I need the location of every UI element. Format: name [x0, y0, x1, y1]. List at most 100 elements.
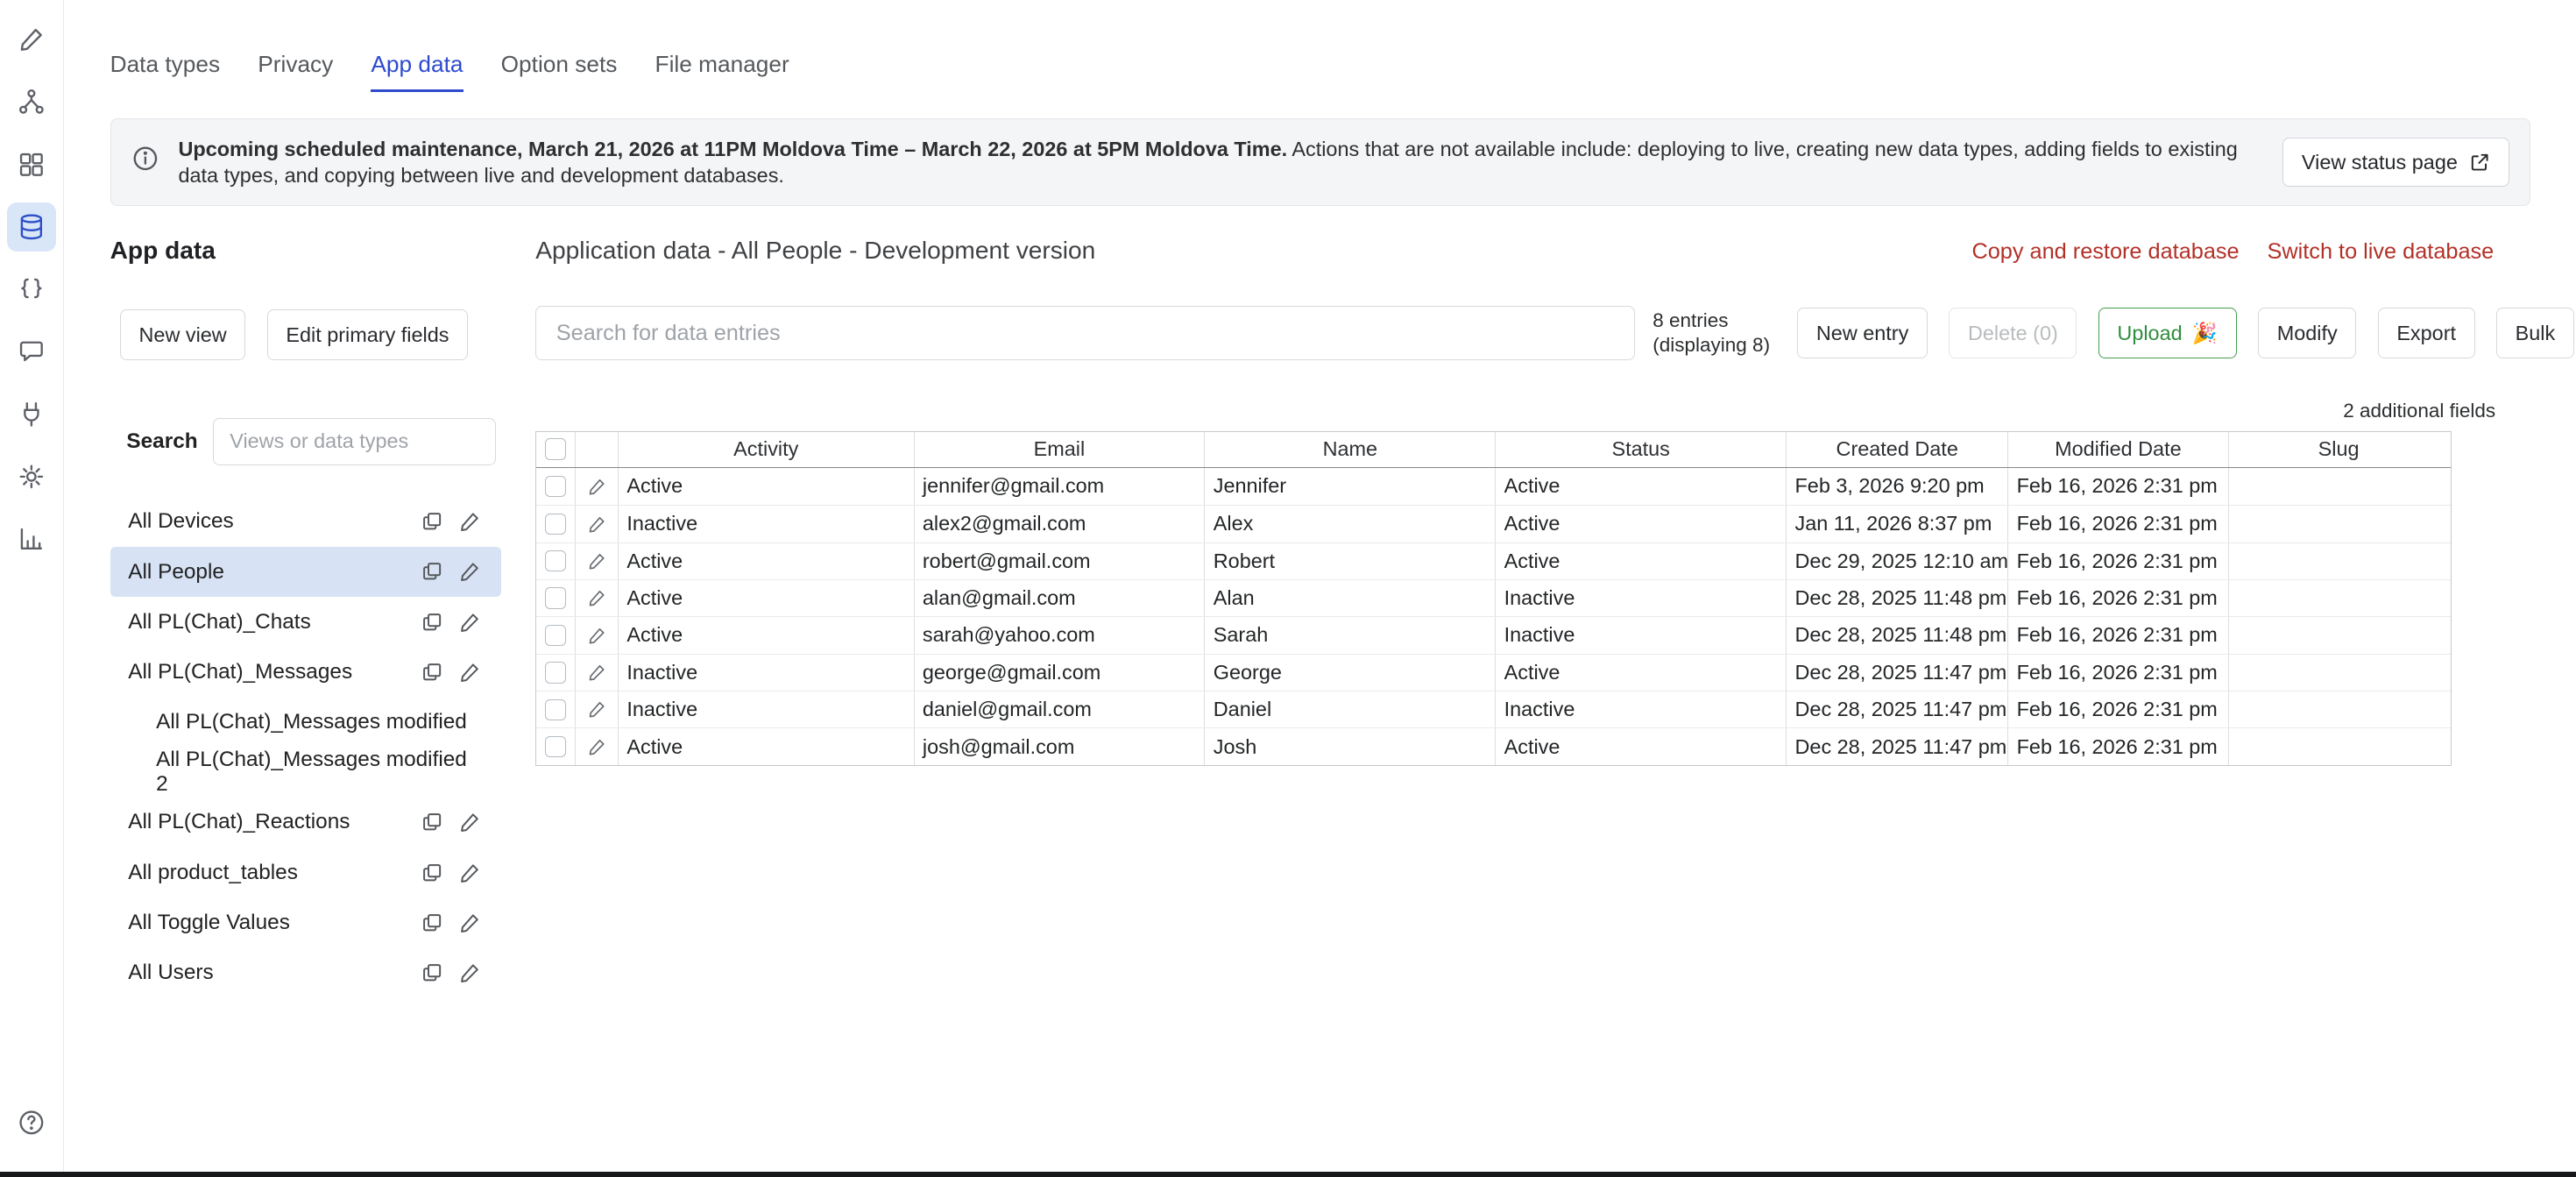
view-list-item[interactable]: All PL(Chat)_Messages modified — [110, 698, 501, 748]
party-popper-icon: 🎉 — [2192, 321, 2218, 345]
column-header: Status — [1496, 432, 1787, 467]
edit-icon[interactable] — [458, 560, 481, 583]
design-icon[interactable] — [7, 15, 56, 64]
edit-primary-fields-button[interactable]: Edit primary fields — [267, 309, 468, 360]
new-view-button[interactable]: New view — [120, 309, 245, 360]
new-entry-button[interactable]: New entry — [1797, 308, 1928, 358]
view-list-item[interactable]: All Toggle Values — [110, 897, 501, 947]
edit-entry-icon[interactable] — [587, 588, 607, 608]
view-item-actions — [421, 510, 481, 533]
upload-button[interactable]: Upload 🎉 — [2098, 308, 2237, 358]
edit-entry-icon[interactable] — [587, 737, 607, 757]
row-checkbox[interactable] — [545, 625, 566, 646]
row-checkbox[interactable] — [545, 550, 566, 571]
view-list-item[interactable]: All Devices — [110, 497, 501, 547]
copy-icon[interactable] — [421, 611, 443, 634]
view-list-item[interactable]: All People — [110, 547, 501, 597]
edit-icon[interactable] — [458, 811, 481, 833]
view-label: All PL(Chat)_Messages modified 2 — [156, 748, 481, 797]
database-icon[interactable] — [7, 202, 56, 252]
workflow-icon[interactable] — [7, 77, 56, 126]
modify-button[interactable]: Modify — [2258, 308, 2356, 358]
edit-icon[interactable] — [458, 961, 481, 984]
switch-to-live-database-link[interactable]: Switch to live database — [2268, 239, 2495, 265]
logs-icon[interactable] — [7, 514, 56, 564]
delete-button[interactable]: Delete (0) — [1949, 308, 2077, 358]
cell-email: josh@gmail.com — [915, 728, 1206, 764]
copy-icon[interactable] — [421, 961, 443, 984]
edit-icon[interactable] — [458, 661, 481, 684]
tab[interactable]: File manager — [655, 51, 789, 92]
tab[interactable]: Option sets — [501, 51, 618, 92]
edit-entry-icon[interactable] — [587, 551, 607, 571]
data-table: ActivityEmailNameStatusCreated DateModif… — [535, 431, 2451, 766]
select-all-checkbox[interactable] — [545, 438, 566, 459]
comments-icon[interactable] — [7, 327, 56, 376]
help-icon[interactable] — [7, 1098, 56, 1147]
views-search-input[interactable] — [213, 418, 497, 465]
column-header: Created Date — [1787, 432, 2008, 467]
code-icon[interactable] — [7, 265, 56, 314]
cell-email: alan@gmail.com — [915, 580, 1206, 616]
edit-entry-icon[interactable] — [587, 663, 607, 683]
export-button[interactable]: Export — [2378, 308, 2475, 358]
row-checkbox-cell — [536, 617, 576, 653]
tab[interactable]: App data — [371, 51, 463, 92]
cell-email: robert@gmail.com — [915, 543, 1206, 579]
view-list-item[interactable]: All PL(Chat)_Messages modified 2 — [110, 748, 501, 798]
edit-entry-icon[interactable] — [587, 514, 607, 535]
edit-entry-icon[interactable] — [587, 626, 607, 646]
row-checkbox[interactable] — [545, 662, 566, 683]
edit-icon[interactable] — [458, 510, 481, 533]
row-checkbox[interactable] — [545, 476, 566, 497]
cell-slug — [2229, 580, 2449, 616]
row-checkbox-cell — [536, 543, 576, 579]
cell-email: sarah@yahoo.com — [915, 617, 1206, 653]
row-checkbox[interactable] — [545, 514, 566, 535]
view-list-item[interactable]: All PL(Chat)_Messages — [110, 647, 501, 697]
edit-entry-icon[interactable] — [587, 477, 607, 497]
tab[interactable]: Privacy — [258, 51, 333, 92]
view-list-item[interactable]: All Users — [110, 947, 501, 997]
copy-icon[interactable] — [421, 560, 443, 583]
view-list-item[interactable]: All PL(Chat)_Chats — [110, 597, 501, 647]
edit-icon[interactable] — [458, 861, 481, 884]
view-list-item[interactable]: All product_tables — [110, 847, 501, 897]
edit-icon[interactable] — [458, 611, 481, 634]
cell-slug — [2229, 506, 2449, 542]
plugin-icon[interactable] — [7, 389, 56, 438]
settings-icon[interactable] — [7, 452, 56, 501]
copy-icon[interactable] — [421, 661, 443, 684]
row-edit-cell — [576, 728, 619, 764]
copy-icon[interactable] — [421, 510, 443, 533]
cell-modified-date: Feb 16, 2026 2:31 pm — [2008, 655, 2228, 691]
view-status-page-button[interactable]: View status page — [2282, 138, 2509, 186]
view-label: All PL(Chat)_Messages modified — [156, 710, 467, 734]
bulk-button[interactable]: Bulk — [2496, 308, 2574, 358]
row-checkbox[interactable] — [545, 699, 566, 720]
pages-icon[interactable] — [7, 139, 56, 188]
view-status-page-label: View status page — [2302, 151, 2458, 174]
copy-icon[interactable] — [421, 811, 443, 833]
row-checkbox-cell — [536, 655, 576, 691]
edit-icon[interactable] — [458, 911, 481, 934]
data-search-input[interactable] — [535, 306, 1634, 360]
cell-status: Active — [1496, 506, 1787, 542]
row-edit-cell — [576, 580, 619, 616]
view-item-actions — [421, 560, 481, 583]
cell-created-date: Dec 28, 2025 11:48 pm — [1787, 580, 2008, 616]
row-checkbox-cell — [536, 468, 576, 505]
copy-icon[interactable] — [421, 911, 443, 934]
row-checkbox[interactable] — [545, 587, 566, 608]
additional-fields-note: 2 additional fields — [535, 400, 2530, 422]
cell-name: George — [1205, 655, 1496, 691]
upload-label: Upload — [2117, 322, 2182, 345]
row-checkbox[interactable] — [545, 736, 566, 757]
cell-created-date: Dec 28, 2025 11:48 pm — [1787, 617, 2008, 653]
copy-icon[interactable] — [421, 861, 443, 884]
row-edit-cell — [576, 543, 619, 579]
copy-restore-database-link[interactable]: Copy and restore database — [1971, 239, 2239, 265]
view-list-item[interactable]: All PL(Chat)_Reactions — [110, 798, 501, 847]
edit-entry-icon[interactable] — [587, 699, 607, 720]
tab[interactable]: Data types — [110, 51, 220, 92]
